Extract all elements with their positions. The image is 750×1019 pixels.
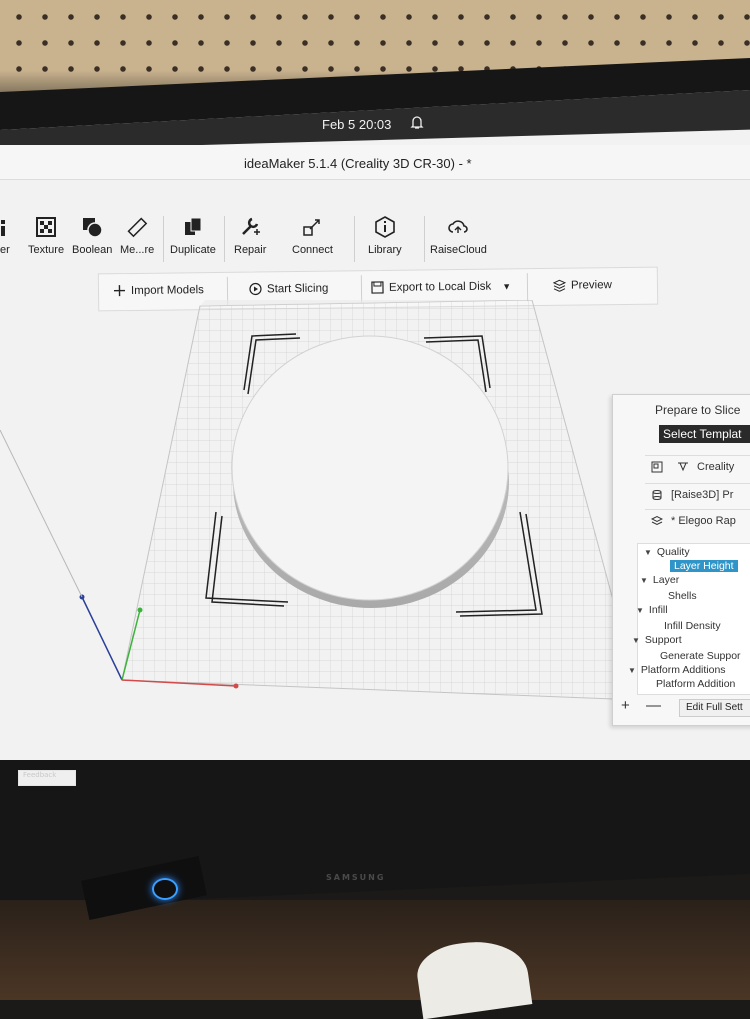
boolean-label: Boolean	[72, 244, 113, 256]
modifier-button[interactable]: difier	[0, 216, 10, 256]
toolbar-separator	[163, 216, 164, 262]
toolbar-separator	[224, 216, 225, 262]
profile-layers-icon	[651, 515, 663, 526]
library-label: Library	[368, 244, 402, 256]
duplicate-button[interactable]: Duplicate	[170, 216, 216, 256]
tree-node-platform-additions[interactable]: ▼ Platform Additions	[628, 664, 726, 676]
modifier-label: difier	[0, 244, 10, 256]
boolean-icon	[83, 218, 103, 238]
remove-icon[interactable]: —	[646, 697, 661, 714]
library-icon	[375, 216, 395, 238]
printer-label: Creality	[697, 461, 735, 473]
prepare-to-slice-panel: Prepare to Slice Select Templat Creality…	[612, 394, 750, 726]
toolbar-separator	[424, 216, 425, 262]
texture-icon	[36, 217, 57, 237]
preview-button[interactable]: Preview	[552, 278, 612, 292]
tree-node-support[interactable]: ▼ Support	[632, 634, 682, 646]
tree-leaf-platform-addition[interactable]: Platform Addition	[656, 678, 735, 690]
toolbar-separator	[354, 216, 355, 262]
raisecloud-button[interactable]: RaiseCloud	[430, 216, 487, 256]
power-led	[152, 878, 178, 900]
preview-label: Preview	[570, 278, 612, 292]
printer-row[interactable]: Creality	[645, 455, 750, 478]
duplicate-label: Duplicate	[170, 244, 216, 256]
printer-icon	[651, 461, 663, 473]
nozzle-icon	[678, 462, 688, 472]
tree-node-quality[interactable]: ▼ Quality	[644, 546, 690, 558]
save-icon	[371, 281, 384, 294]
disc-model[interactable]	[231, 335, 509, 608]
boolean-button[interactable]: Boolean	[72, 216, 112, 256]
export-label: Export to Local Disk	[388, 280, 492, 294]
tree-leaf-generate-support[interactable]: Generate Suppor	[660, 650, 741, 662]
feedback-button[interactable]: Feedback	[18, 770, 76, 786]
texture-button[interactable]: Texture	[28, 216, 64, 256]
import-models-button[interactable]: Import Models	[113, 283, 204, 297]
repair-button[interactable]: Repair	[234, 216, 266, 256]
plus-icon	[113, 285, 126, 297]
action-separator	[360, 275, 363, 304]
profile-row[interactable]: * Elegoo Rap	[645, 509, 750, 532]
material-label: [Raise3D] Pr	[671, 489, 734, 501]
connect-label: Connect	[292, 244, 333, 256]
library-button[interactable]: Library	[368, 216, 402, 256]
start-slicing-label: Start Slicing	[266, 282, 329, 295]
profile-label: * Elegoo Rap	[671, 515, 736, 527]
start-slicing-button[interactable]: Start Slicing	[249, 282, 329, 296]
layers-icon	[552, 279, 567, 292]
window-title: ideaMaker 5.1.4 (Creality 3D CR-30) - *	[244, 156, 472, 171]
measure-button[interactable]: Me...re	[120, 216, 154, 256]
cloud-icon	[448, 220, 469, 233]
add-icon[interactable]: +	[621, 697, 630, 714]
edit-full-settings-button[interactable]: Edit Full Sett	[679, 699, 750, 717]
tree-leaf-shells[interactable]: Shells	[668, 590, 697, 602]
modifier-icon	[0, 220, 5, 236]
repair-label: Repair	[234, 244, 267, 256]
duplicate-icon	[184, 217, 202, 235]
clock[interactable]: Feb 5 20:03	[322, 117, 391, 132]
panel-title: Prepare to Slice	[655, 403, 741, 417]
texture-label: Texture	[28, 244, 65, 256]
panel-footer-controls: + —	[621, 697, 661, 714]
settings-tree: ▼ Quality Layer Height ▼ Layer Shells ▼ Inf…	[628, 543, 750, 695]
play-icon	[249, 282, 262, 296]
connect-button[interactable]: Connect	[292, 216, 333, 256]
select-template-button[interactable]: Select Templat	[659, 425, 750, 443]
tree-node-infill[interactable]: ▼ Infill	[636, 604, 668, 616]
measure-label: Me...re	[120, 244, 155, 256]
material-row[interactable]: [Raise3D] Pr	[645, 483, 750, 506]
measure-icon	[127, 217, 148, 238]
dropdown-arrow-icon[interactable]: ▼	[502, 281, 511, 291]
repair-icon	[242, 217, 261, 235]
connect-icon	[303, 219, 321, 236]
notification-bell-icon[interactable]	[410, 115, 424, 131]
action-separator	[526, 273, 529, 302]
export-button[interactable]: Export to Local Disk ▼	[371, 279, 511, 294]
tree-leaf-layer-height[interactable]: Layer Height	[670, 560, 738, 572]
tree-leaf-infill-density[interactable]: Infill Density	[664, 620, 721, 632]
spool-icon	[652, 490, 662, 500]
tree-node-layer[interactable]: ▼ Layer	[640, 574, 679, 586]
import-models-label: Import Models	[130, 283, 204, 297]
raisecloud-label: RaiseCloud	[430, 244, 487, 256]
monitor-brand: SAMSUNG	[326, 873, 386, 882]
z-axis	[81, 596, 123, 681]
